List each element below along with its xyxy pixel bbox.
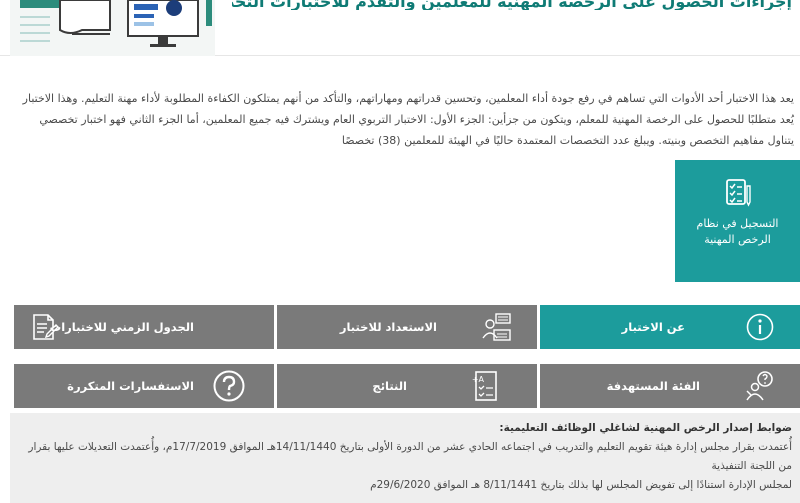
banner-illustration <box>10 0 215 56</box>
tile-schedule-label: الجدول الزمني للاختبارات <box>49 320 194 334</box>
question-icon <box>199 364 259 408</box>
info-line-1: أُعتمدت بقرار مجلس إدارة هيئة تقويم التع… <box>28 441 792 472</box>
tile-about[interactable]: عن الاختبار <box>540 305 800 349</box>
tile-prep-label: الاستعداد للاختبار <box>339 320 437 334</box>
tile-faq-label: الاستفسارات المتكررة <box>67 379 194 393</box>
info-box: ضوابط إصدار الرخص المهنية لشاغلي الوظائف… <box>10 413 800 503</box>
intro-paragraph: يعد هذا الاختبار أحد الأدوات التي تساهم … <box>22 92 794 147</box>
banner-title: إجراءات الحصول على الرخصة المهنية للمعلم… <box>232 0 792 10</box>
tile-schedule[interactable]: الجدول الزمني للاختبارات <box>14 305 274 349</box>
svg-text:A+: A+ <box>472 375 485 384</box>
tile-faq[interactable]: الاستفسارات المتكررة <box>14 364 274 408</box>
info-line-2: لمجلس الإدارة استنادًا إلى تفويض المجلس … <box>370 479 792 491</box>
tile-results[interactable]: A+ النتائج <box>277 364 537 408</box>
books-monitor-illustration <box>20 0 212 47</box>
info-title: ضوابط إصدار الرخص المهنية لشاغلي الوظائف… <box>499 422 792 434</box>
tile-audience-label: الفئة المستهدفة <box>606 379 700 393</box>
top-banner: إجراءات الحصول على الرخصة المهنية للمعلم… <box>0 0 800 56</box>
register-card[interactable]: التسجيل في نظام الرخص المهنية <box>675 160 800 282</box>
register-card-label: التسجيل في نظام الرخص المهنية <box>696 217 779 246</box>
tile-audience[interactable]: الفئة المستهدفة <box>540 364 800 408</box>
graded-paper-icon: A+ <box>457 364 517 408</box>
checklist-pencil-icon <box>725 179 751 207</box>
study-desk-icon <box>467 305 527 349</box>
target-audience-icon <box>730 364 790 408</box>
tile-results-label: النتائج <box>372 379 407 393</box>
tile-about-label: عن الاختبار <box>621 320 685 334</box>
info-icon <box>730 305 790 349</box>
tile-prep[interactable]: الاستعداد للاختبار <box>277 305 537 349</box>
